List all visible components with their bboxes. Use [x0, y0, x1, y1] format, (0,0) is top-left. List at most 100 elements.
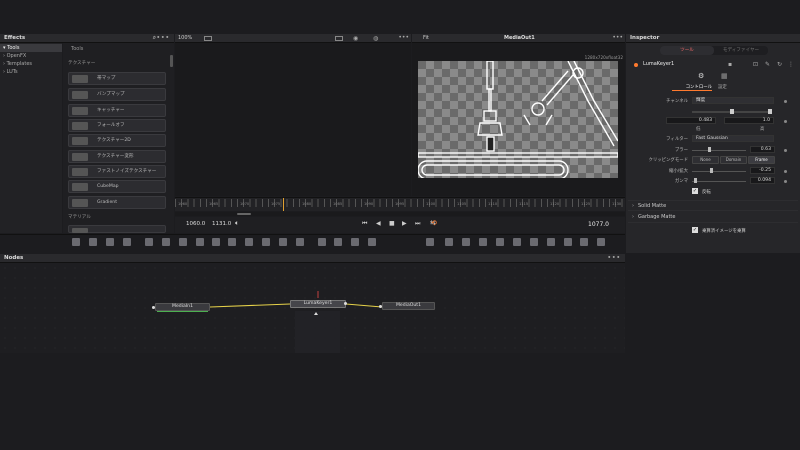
node-input-dot[interactable]: [379, 305, 382, 308]
keyframe-dot[interactable]: [784, 180, 787, 183]
particles-tool-icon[interactable]: [530, 238, 538, 246]
matte-tool-icon[interactable]: [262, 238, 270, 246]
version-icon[interactable]: ▪: [728, 61, 732, 68]
end-frame[interactable]: 1131.0: [212, 221, 231, 227]
background-tool-icon[interactable]: [72, 238, 80, 246]
left-viewer-lut-icon[interactable]: ◍: [373, 35, 378, 42]
left-viewer-color-icon[interactable]: ◉: [353, 35, 358, 42]
channel-tool-icon[interactable]: [245, 238, 253, 246]
tool-item[interactable]: テクスチャー2D: [68, 134, 166, 147]
effects-options-icon[interactable]: •••: [156, 34, 170, 43]
brush-tool-icon[interactable]: [123, 238, 131, 246]
solid-matte-section[interactable]: › Solid Matte: [628, 200, 798, 211]
pin-icon[interactable]: ✎: [765, 61, 770, 68]
paint-tool-icon[interactable]: [89, 238, 97, 246]
camera-tool-icon[interactable]: [426, 238, 434, 246]
right-viewer-options-icon[interactable]: •••: [612, 34, 623, 41]
right-viewer-canvas[interactable]: 1280x720xfloat32: [412, 43, 625, 196]
shrink-slider[interactable]: [692, 171, 746, 172]
node-mediain[interactable]: MediaIn1: [155, 303, 210, 311]
tools-scrollbar[interactable]: [170, 55, 173, 67]
tree-item-tools[interactable]: ▾ Tools: [3, 45, 19, 51]
bender-tool-icon[interactable]: [564, 238, 572, 246]
clip-domain[interactable]: Domain: [720, 156, 747, 164]
timeline-scroll-thumb[interactable]: [237, 213, 251, 215]
tracker-tool-icon[interactable]: [318, 238, 326, 246]
keyframe-dot[interactable]: [784, 100, 787, 103]
channel-select[interactable]: 輝度: [692, 97, 774, 104]
left-viewer-fit-icon[interactable]: [204, 36, 212, 41]
tree-item-openfx[interactable]: › OpenFX: [3, 53, 26, 59]
merge-tool-icon[interactable]: [228, 238, 236, 246]
invert-checkbox[interactable]: ✓: [692, 188, 698, 194]
subtab-settings[interactable]: 設定: [718, 84, 727, 90]
timeline-scroll-track[interactable]: [175, 212, 625, 216]
tool-item[interactable]: フォールオフ: [68, 119, 166, 132]
tool-item[interactable]: バンプマップ: [68, 88, 166, 101]
step-back-icon[interactable]: ◀: [376, 220, 381, 227]
go-to-start-icon[interactable]: ⏮︎: [362, 220, 367, 228]
tool-item[interactable]: キャッチャー: [68, 104, 166, 117]
light-tool-icon[interactable]: [496, 238, 504, 246]
render-icon[interactable]: ⟲: [431, 219, 437, 227]
blur-slider[interactable]: [692, 150, 746, 151]
rectangle-tool-icon[interactable]: [179, 238, 187, 246]
current-frame[interactable]: 1077.0: [588, 221, 609, 228]
ellipse-tool-icon[interactable]: [196, 238, 204, 246]
blur-slider-handle[interactable]: [708, 147, 711, 152]
node-color-dot[interactable]: [634, 63, 638, 67]
time-ruler[interactable]: 1060 1065 1070 1075 1080 1085 1090 1095 …: [175, 197, 625, 211]
left-viewer-canvas[interactable]: [175, 43, 411, 196]
tree-item-luts[interactable]: › LUTs: [3, 69, 18, 75]
tool-item[interactable]: テクスチャー変形: [68, 150, 166, 163]
low-handle[interactable]: [730, 109, 734, 114]
tab-tools[interactable]: ツール: [660, 46, 714, 55]
subtab-controls[interactable]: コントロール: [672, 84, 712, 91]
playhead[interactable]: [283, 198, 284, 211]
node-mediaout[interactable]: MediaOut1: [382, 302, 435, 310]
node-input-dot[interactable]: [152, 306, 155, 309]
left-viewer-view-icon[interactable]: [335, 36, 343, 41]
tool-item[interactable]: [68, 225, 166, 233]
settings-tab-icon[interactable]: ▦: [721, 72, 728, 80]
node-graph[interactable]: [0, 263, 625, 353]
displace-tool-icon[interactable]: [597, 238, 605, 246]
tree-item-templates[interactable]: › Templates: [3, 61, 32, 67]
keyframe-dot[interactable]: [784, 149, 787, 152]
gamma-slider[interactable]: [692, 181, 746, 182]
renderer3d-tool-icon[interactable]: [513, 238, 521, 246]
high-handle[interactable]: [768, 109, 772, 114]
post-multiply-checkbox[interactable]: ✓: [692, 227, 698, 233]
node-mask-triangle[interactable]: [314, 312, 318, 315]
low-field[interactable]: 0.483: [666, 117, 716, 124]
image-plane-tool-icon[interactable]: [580, 238, 588, 246]
blur-field[interactable]: 0.63: [750, 146, 775, 153]
tab-modifiers[interactable]: モディファイヤー: [714, 46, 768, 55]
planar-tool-icon[interactable]: [334, 238, 342, 246]
level-slider[interactable]: [692, 109, 772, 114]
shrink-field[interactable]: -0.25: [750, 167, 775, 174]
colorcorrect-tool-icon[interactable]: [212, 238, 220, 246]
tool-item[interactable]: 帯マップ: [68, 72, 166, 85]
node-lumakeyer[interactable]: LumaKeyer1: [290, 300, 346, 308]
left-viewer-options-icon[interactable]: •••: [398, 34, 409, 41]
node-output-dot[interactable]: [344, 302, 347, 305]
filter-select[interactable]: Fast Gaussian: [692, 135, 774, 142]
bspline-tool-icon[interactable]: [162, 238, 170, 246]
lock-icon[interactable]: ⊡: [753, 61, 758, 68]
clip-frame[interactable]: Frame: [748, 156, 775, 164]
inspector-options-icon[interactable]: ⋮: [788, 61, 794, 68]
nodes-options-icon[interactable]: •••: [607, 254, 621, 263]
stop-icon[interactable]: ■: [389, 220, 395, 227]
gamma-field[interactable]: 0.094: [750, 177, 775, 184]
particle-tool-icon[interactable]: [351, 238, 359, 246]
start-frame[interactable]: 1060.0: [186, 221, 205, 227]
clip-none[interactable]: None: [692, 156, 719, 164]
reset-icon[interactable]: ↻: [777, 61, 782, 68]
gamma-slider-handle[interactable]: [694, 178, 697, 183]
controls-tab-icon[interactable]: ⚙︎: [698, 72, 704, 80]
warp-tool-icon[interactable]: [368, 238, 376, 246]
left-viewer-zoom[interactable]: 100%: [178, 35, 192, 41]
high-field[interactable]: 1.0: [724, 117, 774, 124]
merge3d-tool-icon[interactable]: [479, 238, 487, 246]
